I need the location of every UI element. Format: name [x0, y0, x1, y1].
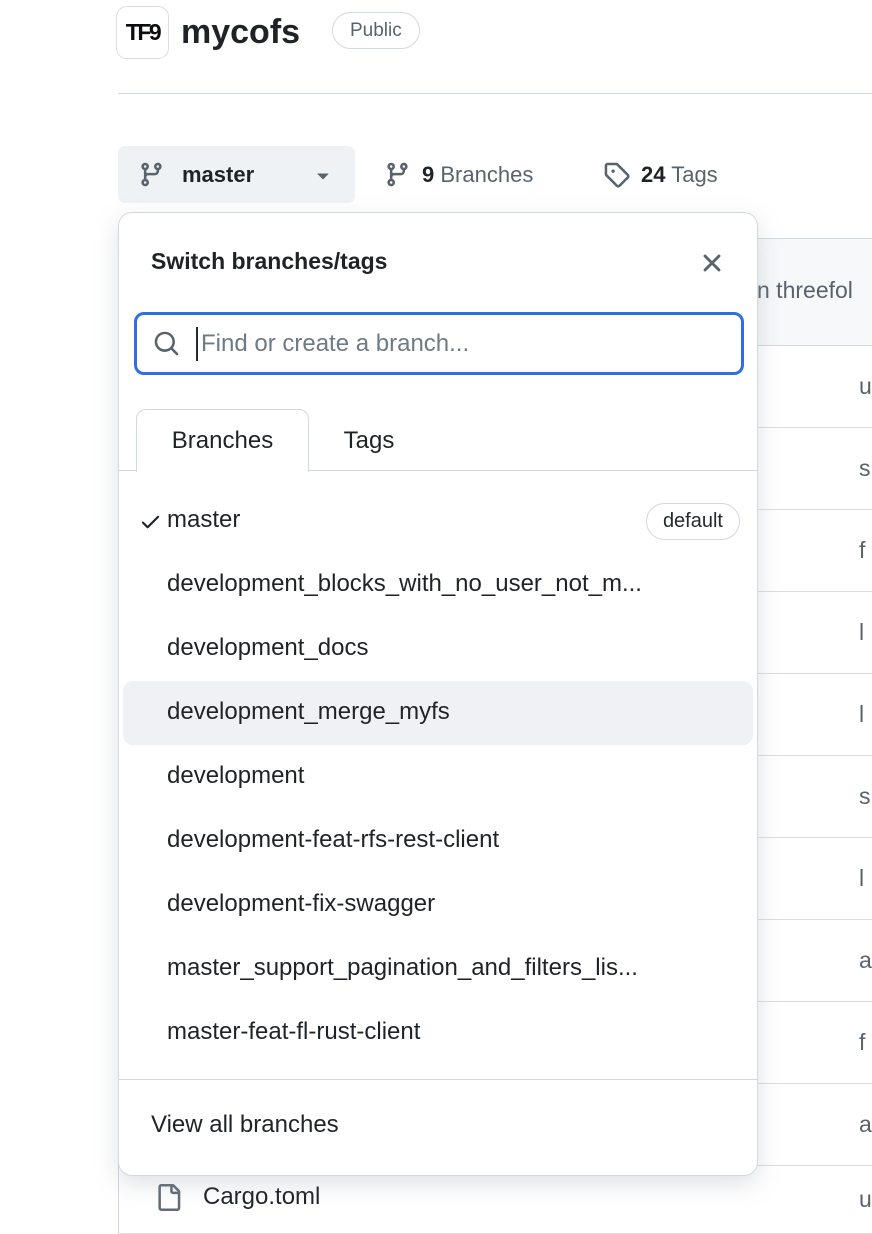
check-icon	[139, 510, 162, 533]
commit-message-fragment: n threefol	[757, 277, 853, 304]
row-text-fragment: u	[859, 1186, 872, 1213]
branch-list-item[interactable]: development_blocks_with_no_user_not_m...	[119, 553, 757, 617]
repo-avatar[interactable]: TF9	[116, 6, 169, 59]
branch-search-input[interactable]	[198, 330, 725, 358]
row-text-fragment: f	[859, 537, 865, 564]
repo-name[interactable]: mycofs	[181, 9, 300, 55]
branch-list-item[interactable]: development-fix-swagger	[119, 873, 757, 937]
row-text-fragment: s	[859, 455, 871, 482]
branch-name: development-fix-swagger	[167, 890, 435, 918]
git-branch-icon	[384, 161, 411, 188]
search-icon	[153, 330, 180, 357]
row-text-fragment: s	[859, 783, 871, 810]
current-branch-label: master	[182, 162, 254, 188]
branch-name: development_merge_myfs	[167, 698, 450, 726]
branch-list: master default development_blocks_with_n…	[119, 489, 757, 1065]
branch-list-item[interactable]: master-feat-fl-rust-client	[119, 1001, 757, 1065]
row-text-fragment: a	[859, 947, 872, 974]
tag-icon	[603, 161, 630, 188]
row-text-fragment: a	[859, 1111, 872, 1138]
file-icon	[155, 1184, 182, 1211]
branch-name: development-feat-rfs-rest-client	[167, 826, 499, 854]
branches-count: 9	[422, 162, 434, 187]
tags-count: 24	[641, 162, 665, 187]
row-text-fragment: l	[859, 619, 864, 646]
default-badge: default	[646, 503, 740, 540]
branches-label: Branches	[440, 162, 533, 187]
row-text-fragment: f	[859, 1029, 865, 1056]
dropdown-footer: View all branches	[119, 1079, 757, 1175]
file-row-cargo-toml[interactable]: Cargo.toml u	[119, 1166, 872, 1234]
branch-list-item[interactable]: master_support_pagination_and_filters_li…	[119, 937, 757, 1001]
branch-dropdown-panel: Switch branches/tags Branches Tags maste…	[118, 212, 758, 1176]
branch-list-item[interactable]: development-feat-rfs-rest-client	[119, 809, 757, 873]
dropdown-title: Switch branches/tags	[151, 248, 387, 275]
branch-list-item[interactable]: development	[119, 745, 757, 809]
branch-name: master-feat-fl-rust-client	[167, 1018, 420, 1046]
tab-tags[interactable]: Tags	[319, 410, 419, 472]
tags-label: Tags	[671, 162, 717, 187]
x-icon	[697, 248, 727, 278]
branch-selector-button[interactable]: master	[118, 146, 355, 203]
branch-name: development_docs	[167, 634, 368, 662]
tags-count-link[interactable]: 24 Tags	[603, 146, 718, 203]
branch-name: master	[167, 506, 240, 534]
visibility-badge: Public	[332, 12, 420, 49]
row-text-fragment: l	[859, 865, 864, 892]
chevron-down-icon	[311, 163, 335, 187]
branch-name: development	[167, 762, 304, 790]
branch-name: master_support_pagination_and_filters_li…	[167, 954, 638, 982]
branch-list-item-master[interactable]: master default	[119, 489, 757, 553]
branch-name: development_blocks_with_no_user_not_m...	[167, 570, 642, 598]
tab-branches[interactable]: Branches	[136, 409, 309, 472]
branch-list-item[interactable]: development_docs	[119, 617, 757, 681]
branches-count-link[interactable]: 9 Branches	[384, 146, 533, 203]
row-text-fragment: u	[859, 373, 872, 400]
row-text-fragment: l	[859, 701, 864, 728]
branch-list-item-highlighted[interactable]: development_merge_myfs	[119, 681, 757, 745]
view-all-branches-link[interactable]: View all branches	[151, 1111, 339, 1139]
header-divider	[118, 93, 872, 94]
tab-bar: Branches Tags	[119, 409, 757, 471]
file-name[interactable]: Cargo.toml	[203, 1183, 320, 1211]
git-branch-icon	[138, 161, 165, 188]
close-button[interactable]	[693, 244, 731, 282]
search-field	[134, 312, 744, 375]
